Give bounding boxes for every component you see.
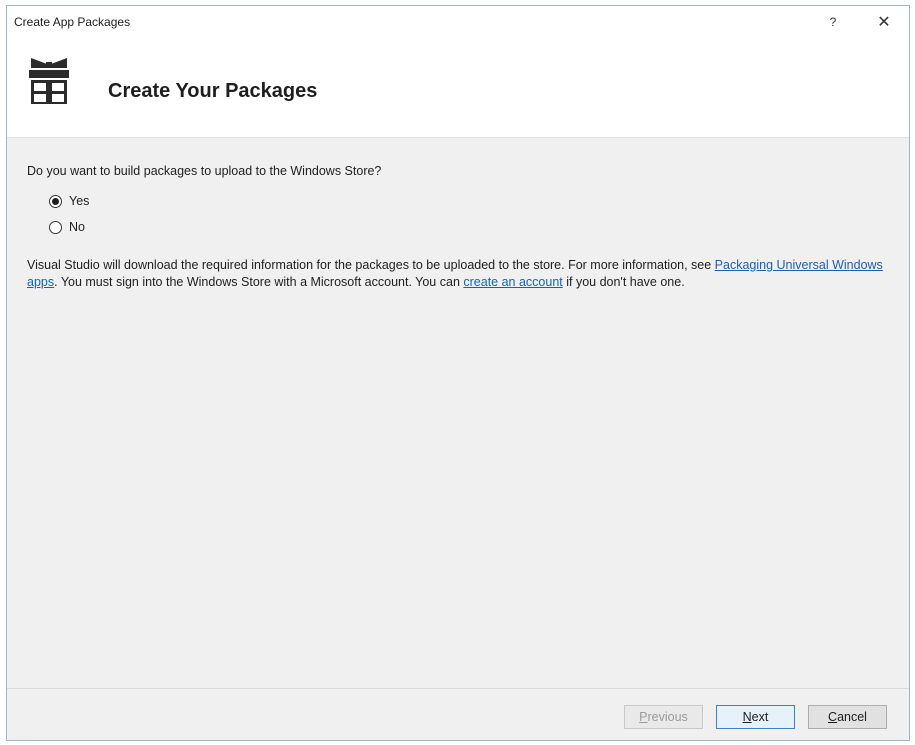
header-banner: Create Your Packages: [7, 38, 909, 138]
previous-label: Previous: [639, 710, 688, 724]
close-button[interactable]: ✕: [871, 10, 897, 34]
radio-no-label: No: [69, 220, 85, 234]
dialog-footer: Previous Next Cancel: [7, 688, 909, 740]
info-text-2: . You must sign into the Windows Store w…: [54, 275, 464, 289]
close-icon: ✕: [877, 14, 891, 31]
previous-button[interactable]: Previous: [624, 705, 703, 729]
radio-no[interactable]: No: [49, 220, 85, 234]
create-account-link[interactable]: create an account: [463, 275, 562, 289]
upload-question-label: Do you want to build packages to upload …: [27, 164, 382, 178]
help-button[interactable]: ?: [820, 10, 846, 34]
info-paragraph: Visual Studio will download the required…: [27, 257, 893, 291]
next-label: Next: [742, 710, 769, 724]
next-button[interactable]: Next: [716, 705, 795, 729]
cancel-button[interactable]: Cancel: [808, 705, 887, 729]
radio-yes[interactable]: Yes: [49, 194, 89, 208]
radio-button-unselected[interactable]: [49, 220, 62, 234]
radio-yes-label: Yes: [69, 194, 90, 208]
page-title: Create Your Packages: [108, 80, 318, 102]
gift-box-icon: [29, 58, 69, 104]
help-icon: ?: [829, 15, 837, 29]
window-title: Create App Packages: [14, 15, 131, 29]
info-text-1: Visual Studio will download the required…: [27, 258, 715, 272]
radio-selected-dot: [52, 197, 59, 205]
cancel-label: Cancel: [828, 710, 867, 724]
radio-button-selected[interactable]: [49, 194, 62, 208]
title-bar: Create App Packages ? ✕: [7, 6, 909, 38]
info-text-3: if you don't have one.: [562, 275, 685, 289]
create-app-packages-dialog: Create App Packages ? ✕ Create Your Pack…: [6, 5, 910, 741]
